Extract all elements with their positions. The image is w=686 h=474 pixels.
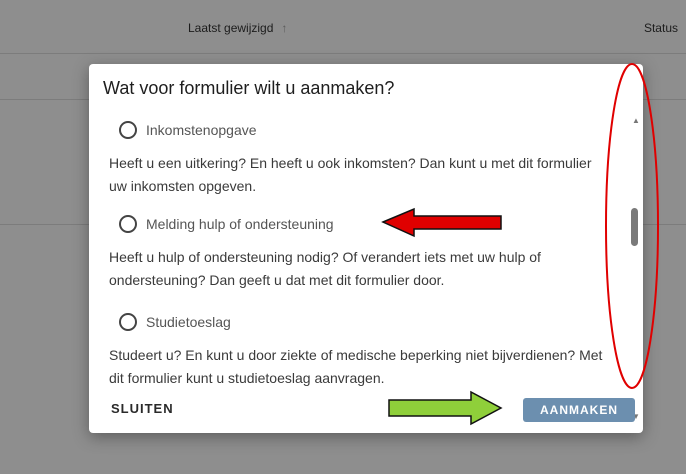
annotation-overlay	[381, 63, 659, 426]
red-arrow-annotation	[381, 207, 502, 238]
red-ellipse-annotation	[605, 63, 659, 389]
green-arrow-annotation	[388, 390, 503, 426]
